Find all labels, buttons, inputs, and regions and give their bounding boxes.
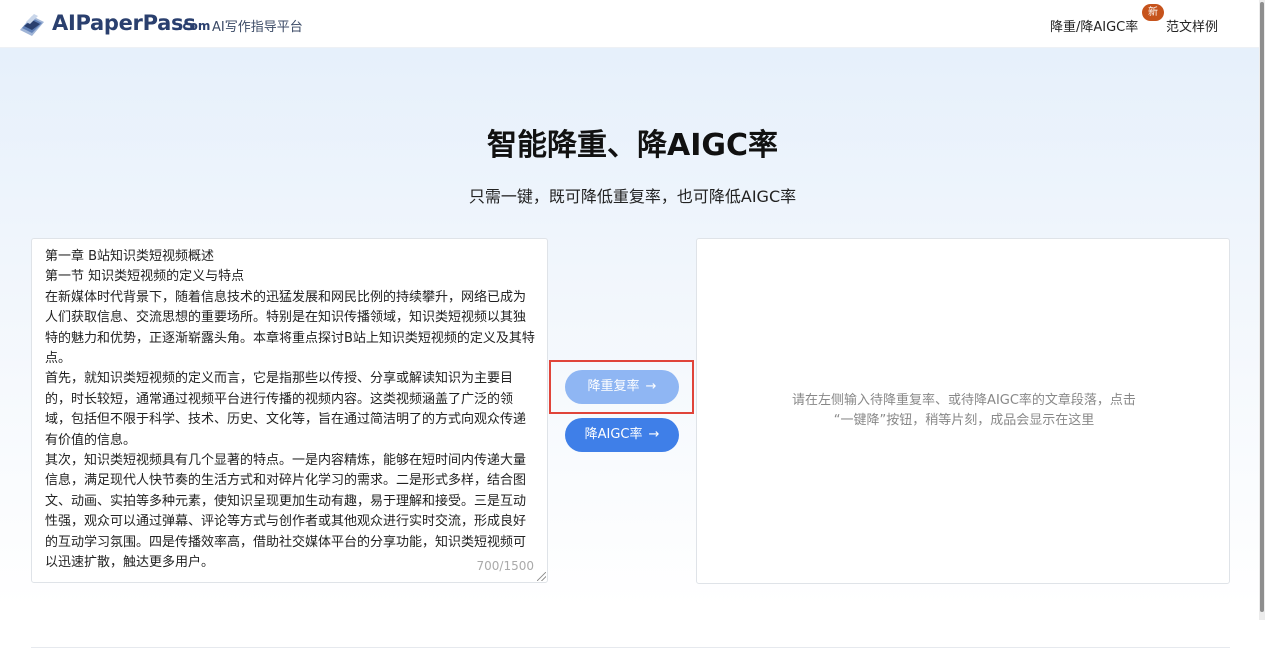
output-placeholder: 请在左侧输入待降重复率、或待降AIGC率的文章段落，点击 “一键降”按钮，稍等片…: [697, 391, 1231, 431]
reduce-aigc-button[interactable]: 降AIGC率 →: [565, 418, 679, 452]
nav-item-samples[interactable]: 范文样例: [1166, 16, 1218, 35]
tagline: AI写作指导平台: [212, 20, 303, 35]
footer-divider: [31, 647, 1230, 648]
nav-item-reduce[interactable]: 降重/降AIGC率: [1050, 16, 1138, 35]
page-title: 智能降重、降AIGC率: [486, 128, 779, 163]
output-panel[interactable]: 请在左侧输入待降重复率、或待降AIGC率的文章段落，点击 “一键降”按钮，稍等片…: [696, 238, 1230, 584]
source-text-area[interactable]: 第一章 B站知识类短视频概述 第一节 知识类短视频的定义与特点 在新媒体时代背景…: [31, 238, 548, 583]
char-counter: 700/1500: [476, 559, 535, 573]
source-text-content[interactable]: 第一章 B站知识类短视频概述 第一节 知识类短视频的定义与特点 在新媒体时代背景…: [45, 247, 537, 574]
output-placeholder-line-2: “一键降”按钮，稍等片刻，成品会显示在这里: [833, 413, 1095, 428]
highlight-box: [549, 360, 694, 414]
page-scrollbar-thumb[interactable]: [1260, 2, 1264, 612]
book-stack-logo-icon[interactable]: [16, 8, 48, 40]
brand-suffix: .com: [178, 19, 211, 33]
output-placeholder-line-1: 请在左侧输入待降重复率、或待降AIGC率的文章段落，点击: [792, 393, 1136, 408]
arrow-right-icon: →: [648, 427, 660, 442]
new-badge: 新: [1142, 4, 1164, 21]
brand-name[interactable]: AIPaperPass: [52, 11, 196, 35]
reduce-aigc-label: 降AIGC率: [584, 427, 643, 442]
page-subtitle: 只需一键，既可降低重复率，也可降低AIGC率: [468, 187, 797, 206]
resize-grip-icon[interactable]: [537, 572, 546, 581]
top-header: AIPaperPass .com AI写作指导平台 降重/降AIGC率 新 范文…: [0, 0, 1265, 48]
